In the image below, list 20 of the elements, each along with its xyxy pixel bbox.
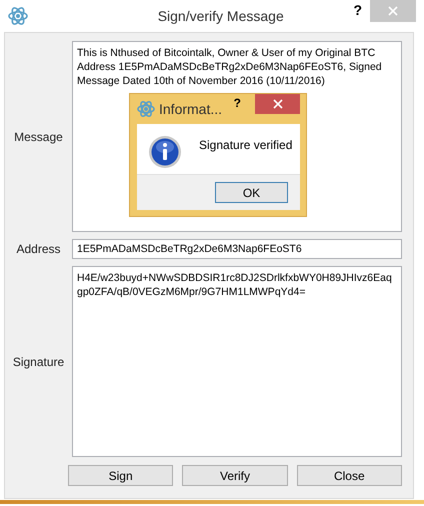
- field-label: Signature: [12, 354, 66, 368]
- field-label: Address: [15, 242, 62, 256]
- close-icon: [272, 99, 282, 109]
- window-title: Sign/verify Message: [156, 8, 285, 24]
- ok-button[interactable]: OK: [215, 182, 288, 203]
- action-button[interactable]: Sign: [68, 465, 174, 486]
- action-button[interactable]: Close: [296, 465, 402, 486]
- text-area[interactable]: H4E/w23buyd+NWwSDBDSIR1rc8DJ2SDrlkfxbWY0H89JHIvz6Eaqgp0ZFA/qB/0VEGzM6Mpr/9G7HM1LMWPqYd4=: [72, 266, 402, 457]
- input-field[interactable]: 1E5PmADaMSDcBeTRg2xDe6M3Nap6FEoST6: [72, 239, 402, 259]
- info-icon: [148, 135, 182, 169]
- dialog-title: Informat...: [159, 101, 224, 117]
- help-button[interactable]: ?: [353, 2, 362, 18]
- action-button[interactable]: Verify: [182, 465, 288, 486]
- dialog-message: Signature verified: [199, 138, 292, 152]
- atom-logo-icon: [8, 6, 28, 26]
- close-icon: [388, 6, 398, 16]
- help-button[interactable]: ?: [234, 96, 241, 110]
- close-button[interactable]: [255, 94, 300, 114]
- atom-logo-icon: [137, 100, 155, 118]
- field-label: Message: [13, 130, 64, 144]
